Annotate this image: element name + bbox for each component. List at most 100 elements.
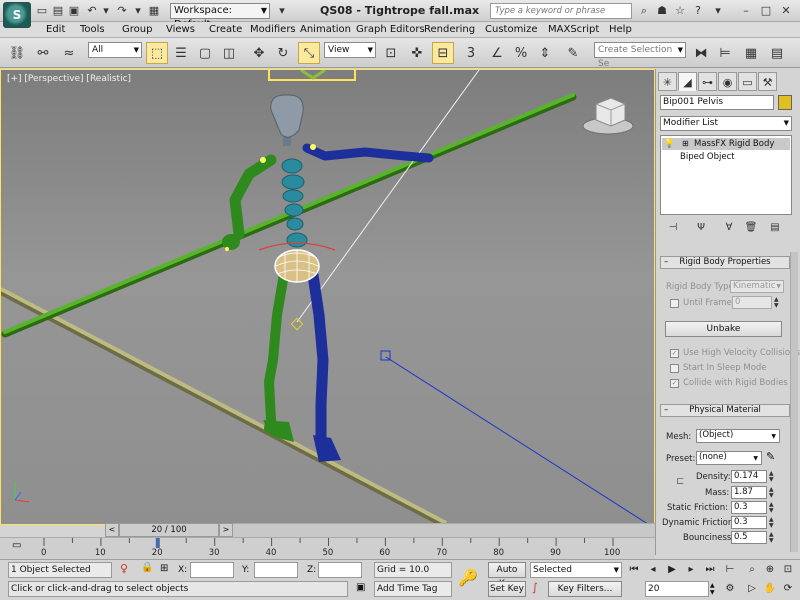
- zoom-extents-icon[interactable]: ⊡: [780, 562, 796, 578]
- key-filters-button[interactable]: Key Filters...: [548, 581, 622, 597]
- graphite-ribbon-icon[interactable]: ▤: [766, 42, 788, 64]
- undo-dropdown-icon[interactable]: ▾: [98, 3, 114, 19]
- mass-spinner-icon[interactable]: ▲ ▼: [769, 487, 774, 499]
- menu-maxscript[interactable]: MAXScript: [548, 23, 599, 37]
- named-selection-set-dropdown[interactable]: Create Selection Se ▼: [594, 42, 686, 69]
- go-to-start-icon[interactable]: ⏮: [626, 562, 642, 578]
- maximize-icon[interactable]: □: [758, 3, 774, 19]
- set-keys-key-icon[interactable]: 🔑: [458, 568, 478, 587]
- go-to-end-icon[interactable]: ⏭: [702, 562, 718, 578]
- eyedropper-icon[interactable]: ✎: [766, 450, 775, 463]
- search-icon[interactable]: ⌕: [636, 3, 652, 19]
- selection-filter-dropdown[interactable]: All ▼: [88, 42, 142, 58]
- workspace-dropdown[interactable]: Workspace: Default ▼: [170, 3, 270, 30]
- minimize-icon[interactable]: –: [738, 3, 754, 19]
- density-spinner-icon[interactable]: ▲ ▼: [769, 471, 774, 483]
- select-and-rotate-icon[interactable]: ↻: [272, 42, 294, 64]
- menu-animation[interactable]: Animation: [300, 23, 351, 37]
- until-frame-checkbox[interactable]: [670, 299, 679, 308]
- static-friction-field[interactable]: 0.3: [731, 501, 767, 514]
- selection-lock-icon[interactable]: 🔒: [141, 562, 153, 573]
- play-icon[interactable]: ▶: [664, 562, 680, 578]
- auto-key-button[interactable]: Auto Key: [488, 562, 526, 589]
- density-field[interactable]: 0.174: [731, 470, 767, 483]
- spinner-snap-icon[interactable]: ⇕: [534, 42, 556, 64]
- menu-modifiers[interactable]: Modifiers: [250, 23, 296, 37]
- viewcube[interactable]: [582, 97, 634, 135]
- pan-icon[interactable]: ✋: [762, 581, 778, 597]
- select-manipulate-icon[interactable]: ✜: [406, 42, 428, 64]
- menu-tools[interactable]: Tools: [80, 23, 105, 37]
- next-frame-icon[interactable]: ▸: [683, 562, 699, 578]
- field-of-view-icon[interactable]: ▷: [744, 581, 760, 597]
- new-file-icon[interactable]: ▭: [34, 3, 50, 19]
- key-mode-dropdown[interactable]: Selected ▼: [530, 562, 622, 578]
- zoom-icon[interactable]: ⌕: [744, 562, 760, 578]
- motion-tab-icon[interactable]: ◉: [718, 72, 737, 91]
- preset-dropdown[interactable]: (none) ▼: [696, 451, 762, 465]
- z-coordinate-field[interactable]: [318, 562, 362, 578]
- select-by-name-icon[interactable]: ☰: [170, 42, 192, 64]
- high-velocity-checkbox[interactable]: ✓: [670, 349, 679, 358]
- snap-toggle-icon[interactable]: 3: [460, 42, 482, 64]
- collide-rigid-checkbox[interactable]: ✓: [670, 379, 679, 388]
- edit-named-selection-icon[interactable]: ✎: [562, 42, 584, 64]
- select-and-move-icon[interactable]: ✥: [248, 42, 270, 64]
- y-coordinate-field[interactable]: [254, 562, 298, 578]
- rigid-body-type-dropdown[interactable]: Kinematic ▼: [730, 280, 784, 293]
- save-file-icon[interactable]: ▣: [66, 3, 82, 19]
- menu-graph-editors[interactable]: Graph Editors: [356, 23, 425, 37]
- remove-modifier-icon[interactable]: 🗑: [742, 220, 760, 236]
- search-input[interactable]: Type a keyword or phrase: [490, 3, 632, 19]
- open-mini-curve-editor-icon[interactable]: ▭: [12, 540, 21, 551]
- pivot-center-icon[interactable]: ⊡: [380, 42, 402, 64]
- help-icon[interactable]: ?: [690, 3, 706, 19]
- rectangular-selection-icon[interactable]: ▢: [194, 42, 216, 64]
- x-coordinate-field[interactable]: [190, 562, 234, 578]
- mirror-icon[interactable]: ⧓: [690, 42, 712, 64]
- menu-edit[interactable]: Edit: [46, 23, 65, 37]
- open-file-icon[interactable]: ▤: [50, 3, 66, 19]
- static-friction-spinner-icon[interactable]: ▲ ▼: [769, 502, 774, 514]
- pin-stack-icon[interactable]: ⊣: [664, 220, 682, 236]
- add-time-tag-button[interactable]: Add Time Tag: [374, 581, 452, 597]
- align-icon[interactable]: ⊨: [714, 42, 736, 64]
- select-object-icon[interactable]: ⬚: [146, 42, 168, 64]
- mass-field[interactable]: 1.87: [731, 486, 767, 499]
- lightbulb-icon[interactable]: 💡: [664, 138, 675, 150]
- orbit-icon[interactable]: ⟳: [780, 581, 796, 597]
- time-tag-icon[interactable]: ▣: [356, 582, 365, 593]
- until-frame-spinner-icon[interactable]: ▲ ▼: [774, 297, 779, 309]
- app-logo-button[interactable]: S: [3, 2, 31, 28]
- viewport-label[interactable]: [+] [Perspective] [Realistic]: [7, 74, 131, 84]
- percent-snap-icon[interactable]: %: [510, 42, 532, 64]
- select-and-scale-icon[interactable]: ⤡: [298, 42, 320, 64]
- rollout-rigid-body-properties[interactable]: – Rigid Body Properties: [660, 256, 790, 269]
- menu-customize[interactable]: Customize: [485, 23, 538, 37]
- create-tab-icon[interactable]: ✳: [658, 72, 677, 91]
- dynamic-friction-spinner-icon[interactable]: ▲ ▼: [769, 517, 774, 529]
- dynamic-friction-field[interactable]: 0.3: [731, 516, 767, 529]
- hierarchy-tab-icon[interactable]: ⊶: [698, 72, 717, 91]
- keyboard-shortcut-override-icon[interactable]: ⊟: [432, 42, 454, 64]
- current-frame-spinner-icon[interactable]: ▲ ▼: [710, 582, 715, 596]
- perspective-viewport[interactable]: [+] [Perspective] [Realistic]: [0, 69, 655, 525]
- menu-group[interactable]: Group: [122, 23, 152, 37]
- expand-plus-icon[interactable]: ⊞: [682, 138, 689, 150]
- window-crossing-icon[interactable]: ◫: [218, 42, 240, 64]
- zoom-all-icon[interactable]: ⊕: [762, 562, 778, 578]
- close-icon[interactable]: ✕: [778, 3, 794, 19]
- default-tangent-icon[interactable]: ∫: [532, 581, 538, 594]
- subscription-icon[interactable]: ☗: [654, 3, 670, 19]
- command-panel-scrollbar[interactable]: [790, 252, 798, 552]
- mesh-dropdown[interactable]: (Object) ▼: [696, 429, 780, 443]
- density-mass-link-icon[interactable]: ⊏: [676, 476, 684, 487]
- absolute-mode-icon[interactable]: ⊞: [160, 563, 168, 574]
- menu-help[interactable]: Help: [609, 23, 632, 37]
- menu-views[interactable]: Views: [166, 23, 195, 37]
- time-slider-track[interactable]: [233, 523, 655, 537]
- modify-tab-icon[interactable]: ◢: [678, 72, 697, 91]
- rollout-physical-material[interactable]: – Physical Material: [660, 404, 790, 417]
- stack-item-biped-object[interactable]: Biped Object: [662, 151, 790, 163]
- favorites-icon[interactable]: ☆: [672, 3, 688, 19]
